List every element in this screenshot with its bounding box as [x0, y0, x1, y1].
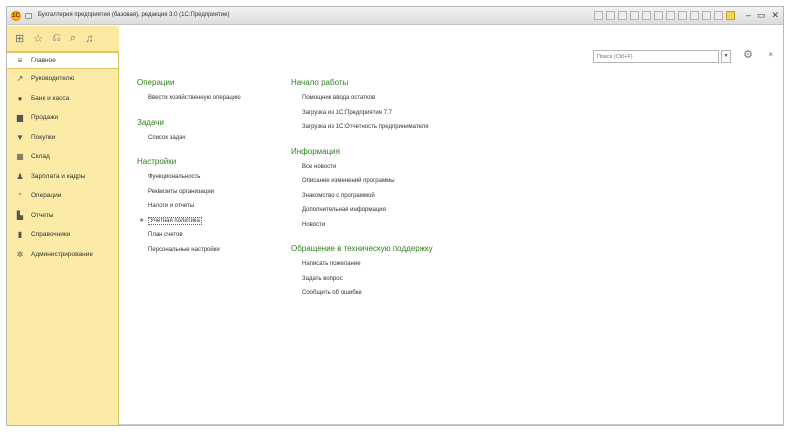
preview-icon[interactable]	[618, 11, 627, 20]
link-import-reporting[interactable]: Загрузка из 1С:Отчетность предпринимател…	[302, 124, 501, 131]
menu-lines-icon: ≡	[17, 56, 23, 65]
reports-icon: ▙	[16, 210, 24, 220]
history-icon[interactable]: ⎌	[52, 32, 61, 45]
sidebar-item-6[interactable]: ♟ Зарплата и кадры	[7, 167, 118, 187]
sales-bag-icon: ▆	[16, 113, 24, 123]
main-panel: ▾ ⚙ × Операции Ввести хозяйственную опер…	[119, 26, 783, 425]
favorites-star-icon[interactable]: ☆	[33, 32, 43, 45]
sidebar-item-label: Продажи	[31, 114, 59, 122]
sidebar-item-label: Главное	[31, 57, 56, 64]
link-task-list[interactable]: Список задач	[148, 135, 287, 142]
calc-icon[interactable]	[630, 11, 639, 20]
app-logo-icon: 1С	[11, 11, 21, 21]
link-chart-of-accounts[interactable]: План счетов	[148, 232, 287, 239]
section-title-support: Обращение в техническую поддержку	[291, 244, 433, 253]
save-icon[interactable]	[594, 11, 603, 20]
focus-star-icon: ★	[139, 217, 145, 224]
sidebar-item-2[interactable]: ● Банк и касса	[7, 89, 118, 109]
section-title-settings: Настройки	[137, 157, 177, 166]
link-extra-info[interactable]: Дополнительная информация	[302, 207, 501, 214]
person-icon: ♟	[16, 171, 24, 181]
settings-gear-icon[interactable]: ⚙	[743, 48, 753, 61]
link-write-wish[interactable]: Написать пожелание	[302, 261, 501, 268]
memory-plus-icon[interactable]	[678, 11, 687, 20]
search-icon[interactable]: ⌕	[70, 32, 76, 45]
link-all-news[interactable]: Все новости	[302, 164, 501, 171]
search-dropdown-icon[interactable]: ▾	[721, 50, 731, 63]
sidebar-item-4[interactable]: ▼ Покупки	[7, 128, 118, 148]
link-intro[interactable]: Знакомство с программой	[302, 193, 501, 200]
right-column: Начало работы Помощник ввода остатков За…	[291, 78, 501, 305]
sidebar-item-8[interactable]: ▙ Отчеты	[7, 206, 118, 226]
notifications-bell-icon[interactable]: ♫	[85, 33, 93, 45]
title-bar: 1С Бухгалтерия предприятия (базовая), ре…	[7, 7, 783, 25]
sidebar-item-1[interactable]: ↗ Руководителю	[7, 69, 118, 89]
quick-tools: ⊞ ☆ ⎌ ⌕ ♫	[7, 26, 119, 52]
book-icon: ▮	[17, 230, 23, 240]
sidebar-item-label: Администрирование	[31, 250, 93, 258]
zoom-icon[interactable]	[702, 11, 711, 20]
section-title-start: Начало работы	[291, 78, 349, 87]
sidebar-item-label: Справочники	[31, 231, 71, 239]
apps-grid-icon[interactable]: ⊞	[15, 32, 24, 45]
link-ask-question[interactable]: Задать вопрос	[302, 276, 501, 283]
link-balance-wizard[interactable]: Помощник ввода остатков	[302, 95, 501, 102]
window-icon[interactable]	[714, 11, 723, 20]
sidebar-item-label: Зарплата и кадры	[31, 172, 86, 180]
link-accounting-policy-label[interactable]: Учетная политика	[148, 216, 202, 225]
title-toolbar	[594, 11, 735, 20]
search-input[interactable]	[593, 50, 719, 63]
app-window: 1С Бухгалтерия предприятия (базовая), ре…	[6, 6, 784, 426]
close-window-icon[interactable]: ✕	[771, 10, 779, 20]
sidebar-item-label: Руководителю	[31, 75, 75, 83]
link-accounting-policy[interactable]: ★ Учетная политика	[137, 216, 287, 225]
sidebar-item-label: Операции	[31, 192, 62, 200]
link-functionality[interactable]: Функциональность	[148, 174, 287, 181]
section-title-tasks: Задачи	[137, 117, 164, 127]
sidebar-item-7[interactable]: ⁺ Операции	[7, 186, 118, 206]
copy-icon[interactable]	[654, 11, 663, 20]
bank-coin-icon: ●	[17, 93, 23, 103]
window-menu-icon[interactable]	[25, 13, 32, 19]
print-icon[interactable]	[606, 11, 615, 20]
maximize-icon[interactable]: ▭	[757, 10, 766, 20]
gear-icon: ✲	[16, 249, 24, 259]
close-icon[interactable]: ×	[768, 50, 773, 59]
link-personal-settings[interactable]: Персональные настройки	[148, 247, 287, 254]
warehouse-icon: ▦	[16, 152, 24, 162]
sidebar-item-5[interactable]: ▦ Склад	[7, 147, 118, 167]
sidebar-item-3[interactable]: ▆ Продажи	[7, 108, 118, 128]
memory-icon[interactable]	[666, 11, 675, 20]
link-org-details[interactable]: Реквизиты организации	[148, 189, 287, 196]
sidebar-item-9[interactable]: ▮ Справочники	[7, 225, 118, 245]
link-changes[interactable]: Описание изменений программы	[302, 178, 501, 185]
sidebar-item-label: Банк и касса	[31, 94, 70, 102]
search-box: ▾	[593, 50, 731, 63]
sidebar-item-10[interactable]: ✲ Администрирование	[7, 245, 118, 265]
section-title-info: Информация	[291, 146, 340, 156]
sidebar-item-label: Покупки	[31, 133, 56, 141]
link-news[interactable]: Новости	[302, 222, 501, 229]
cart-icon: ▼	[16, 132, 24, 142]
minimize-icon[interactable]: –	[746, 10, 751, 20]
window-controls: – ▭ ✕	[746, 10, 779, 20]
bottom-border	[119, 424, 783, 425]
link-taxes-reports[interactable]: Налоги и отчеты	[148, 203, 287, 210]
link-report-error[interactable]: Сообщить об ошибке	[302, 290, 501, 297]
operations-icon: ⁺	[17, 191, 23, 201]
memory-minus-icon[interactable]	[690, 11, 699, 20]
sidebar: ≡ Главное ↗ Руководителю ● Банк и касса ▆ Прода…	[7, 52, 119, 425]
left-column: Операции Ввести хозяйственную операцию З…	[137, 78, 287, 261]
chart-trend-icon: ↗	[16, 74, 24, 84]
link-enter-operation[interactable]: Ввести хозяйственную операцию	[148, 95, 287, 102]
info-icon[interactable]	[726, 11, 735, 20]
sidebar-item-label: Склад	[31, 153, 50, 161]
section-title-operations: Операции	[137, 78, 175, 87]
calendar-icon[interactable]	[642, 11, 651, 20]
window-title: Бухгалтерия предприятия (базовая), редак…	[38, 12, 230, 18]
link-import-77[interactable]: Загрузка из 1С:Предприятия 7.7	[302, 110, 501, 117]
sidebar-item-label: Отчеты	[31, 211, 54, 219]
sidebar-item-0[interactable]: ≡ Главное	[7, 52, 118, 69]
